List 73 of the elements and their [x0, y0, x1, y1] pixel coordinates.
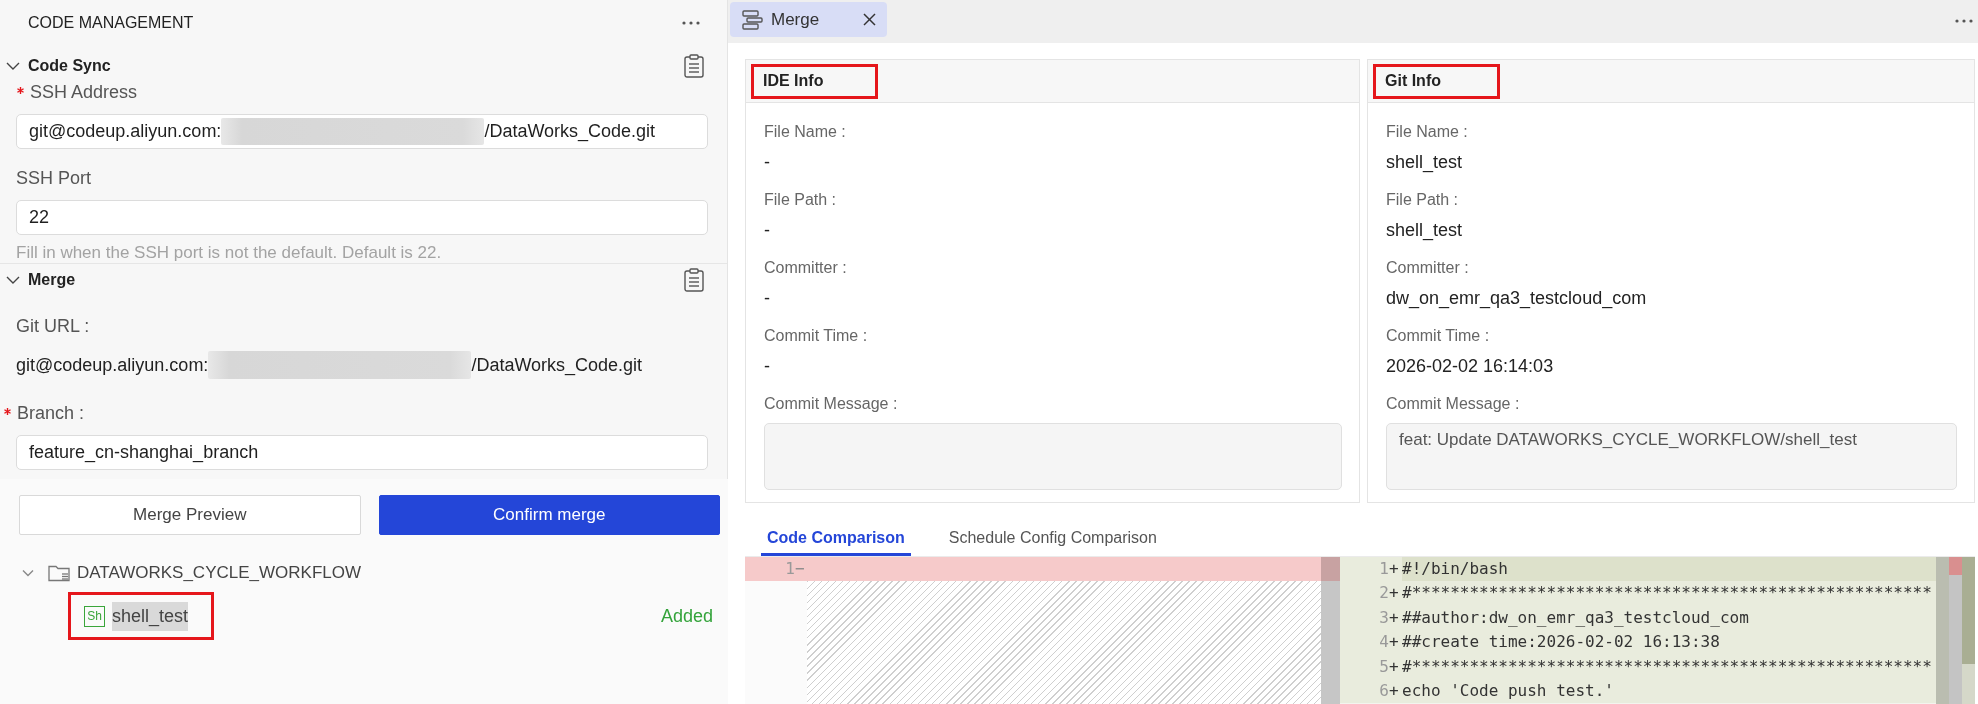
code-text: #****************************************************** [1402, 656, 1932, 676]
field-value: - [764, 219, 771, 241]
scrollbar-track[interactable] [1936, 557, 1949, 704]
folder-icon [48, 564, 71, 582]
input-field[interactable]: 22 [16, 200, 708, 235]
field-label: Commit Time : [764, 326, 869, 346]
status-label: Added [660, 605, 713, 627]
code-text: #!/bin/bash [1402, 559, 1508, 578]
url-text: git@codeup.aliyun.com: [16, 354, 209, 376]
section-title[interactable]: Merge [28, 271, 76, 289]
file-type-badge: Sh [84, 605, 105, 627]
more-icon[interactable] [1955, 19, 1973, 23]
field-value: 2026-02-02 16:14:03 [1386, 355, 1555, 377]
line-number: 4 [1378, 631, 1389, 654]
input-field[interactable]: git@codeup.aliyun.com: /DataWorks_Code.git [16, 114, 708, 149]
code-text: ##author:dw_on_emr_qa3_testcloud_com [1402, 607, 1749, 627]
clipboard-icon[interactable] [684, 54, 704, 78]
diff-sign: + [1389, 606, 1400, 629]
field-value: - [764, 151, 771, 173]
field-label: SSH Port [16, 167, 92, 189]
diff-sign: + [1389, 655, 1400, 678]
field-value: - [764, 355, 771, 377]
message-box: feat: Update DATAWORKS_CYCLE_WORKFLOW/shell_test [1386, 423, 1957, 490]
editor-tab[interactable]: Merge [730, 2, 888, 37]
line-number: 1 [1378, 558, 1389, 580]
line-number: 6 [1378, 679, 1389, 702]
field-label: File Name : [1386, 122, 1469, 142]
removed-marker [1949, 557, 1962, 575]
field-value: shell_test [1386, 219, 1464, 241]
diff-sign: + [1389, 558, 1400, 580]
url-text: /DataWorks_Code.git [471, 354, 643, 376]
diff-sign: − [795, 558, 806, 580]
line-number: 1 [784, 558, 795, 580]
more-icon[interactable] [682, 21, 700, 25]
field-label: Committer : [1386, 258, 1470, 278]
card-title: IDE Info [763, 72, 824, 90]
field-label: Git URL : [16, 315, 90, 337]
removed-marker [1321, 557, 1340, 581]
field-label: Branch : [17, 402, 85, 424]
tab-label: Merge [771, 9, 820, 30]
field-value: dw_on_emr_qa3_testcloud_com [1386, 287, 1648, 309]
field-label: File Path : [1386, 190, 1460, 210]
close-icon[interactable] [863, 13, 877, 26]
field-label: Commit Message : [1386, 394, 1521, 414]
diff-sign: + [1389, 582, 1400, 605]
line-number: 3 [1378, 606, 1389, 629]
card-title: Git Info [1385, 72, 1441, 90]
confirm-button[interactable]: Confirm merge [378, 495, 720, 535]
field-value: shell_test [1386, 151, 1464, 173]
field-hint: Fill in when the SSH port is not the default. Default is 22. [16, 243, 443, 263]
file-name[interactable]: shell_test [112, 601, 189, 631]
field-label: SSH Address [30, 81, 138, 103]
section-title[interactable]: Code Sync [28, 57, 111, 75]
code-text: echo 'Code push test.' [1402, 680, 1614, 700]
diagram-icon [742, 9, 763, 30]
clipboard-icon[interactable] [684, 268, 704, 292]
field-label: Committer : [764, 258, 848, 278]
field-label: Commit Message : [764, 394, 899, 414]
diff-sign: + [1389, 631, 1400, 654]
field-label: Commit Time : [1386, 326, 1491, 346]
folder-name[interactable]: DATAWORKS_CYCLE_WORKFLOW [77, 559, 361, 587]
field-value: - [764, 287, 771, 309]
diff-sign: + [1389, 679, 1400, 702]
field-label: File Path : [764, 190, 838, 210]
comparison-tab[interactable]: Schedule Config Comparison [942, 521, 1163, 556]
line-number: 5 [1378, 655, 1389, 678]
panel-title: CODE MANAGEMENT [28, 14, 194, 32]
input-field[interactable]: feature_cn-shanghai_branch [16, 435, 708, 470]
line-number: 2 [1378, 582, 1389, 605]
preview-button[interactable]: Merge Preview [19, 495, 361, 535]
code-text: #****************************************************** [1402, 583, 1932, 603]
code-text: ##create time:2026-02-02 16:13:38 [1402, 632, 1720, 652]
field-label: File Name : [764, 122, 847, 142]
